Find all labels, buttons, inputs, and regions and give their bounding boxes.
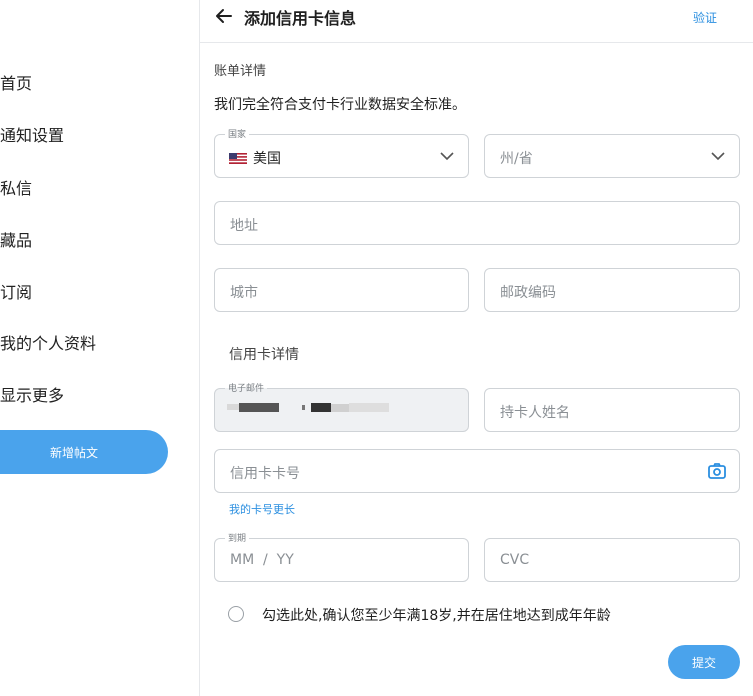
expiry-placeholder: MM / YY <box>230 552 294 568</box>
sidebar-item-messages[interactable]: 私信 <box>0 175 32 199</box>
sidebar-item-home[interactable]: 首页 <box>0 70 32 94</box>
address-placeholder: 地址 <box>230 218 258 234</box>
chevron-down-icon <box>711 152 725 161</box>
country-select[interactable]: 国家 美国 <box>214 127 469 178</box>
city-placeholder: 城市 <box>230 285 258 301</box>
cvc-placeholder: CVC <box>500 552 530 568</box>
zip-placeholder: 邮政编码 <box>500 285 556 301</box>
expiry-field[interactable]: 到期 MM / YY <box>214 531 469 582</box>
sidebar-item-show-more[interactable]: 显示更多 <box>0 382 64 406</box>
state-placeholder: 州/省 <box>500 151 533 167</box>
submit-button[interactable]: 提交 <box>668 645 740 679</box>
chevron-down-icon <box>440 152 454 161</box>
us-flag-icon <box>229 152 247 164</box>
card-number-field[interactable]: 信用卡卡号 <box>214 449 740 493</box>
state-select[interactable]: 州/省 <box>484 134 740 178</box>
pci-notice: 我们完全符合支付卡行业数据安全标准。 <box>214 97 466 113</box>
country-value: 美国 <box>253 151 281 167</box>
cvc-field[interactable]: CVC <box>484 538 740 582</box>
sidebar-item-notification-settings[interactable]: 通知设置 <box>0 122 64 146</box>
card-heading: 信用卡详情 <box>229 347 299 363</box>
zip-field[interactable]: 邮政编码 <box>484 268 740 312</box>
page-header: 添加信用卡信息 验证 <box>200 0 753 43</box>
sidebar: 首页 通知设置 私信 藏品 订阅 我的个人资料 显示更多 新增帖文 <box>0 0 199 696</box>
card-number-placeholder: 信用卡卡号 <box>230 466 300 482</box>
longer-card-number-link[interactable]: 我的卡号更长 <box>229 501 295 517</box>
sidebar-item-my-profile[interactable]: 我的个人资料 <box>0 330 96 354</box>
cardholder-name-field[interactable]: 持卡人姓名 <box>484 388 740 432</box>
verify-link[interactable]: 验证 <box>693 9 717 26</box>
cardholder-placeholder: 持卡人姓名 <box>500 405 570 421</box>
expiry-legend: 到期 <box>225 531 250 544</box>
billing-heading: 账单详情 <box>214 64 267 79</box>
age-consent-label[interactable]: 勾选此处,确认您至少年满18岁,并在居住地达到成年年龄 <box>262 605 611 625</box>
country-legend: 国家 <box>225 127 250 140</box>
sidebar-item-subscriptions[interactable]: 订阅 <box>0 279 32 303</box>
camera-icon[interactable] <box>707 461 727 481</box>
sidebar-divider <box>199 0 200 696</box>
address-field[interactable]: 地址 <box>214 201 740 245</box>
redacted-email <box>227 403 389 412</box>
city-field[interactable]: 城市 <box>214 268 469 312</box>
email-field: 电子邮件 <box>214 381 469 432</box>
page-title: 添加信用卡信息 <box>244 9 357 28</box>
age-consent-checkbox[interactable] <box>228 606 244 622</box>
new-post-button[interactable]: 新增帖文 <box>0 430 168 474</box>
sidebar-item-collections[interactable]: 藏品 <box>0 227 32 251</box>
email-legend: 电子邮件 <box>225 381 268 394</box>
back-arrow-icon[interactable] <box>214 6 234 26</box>
